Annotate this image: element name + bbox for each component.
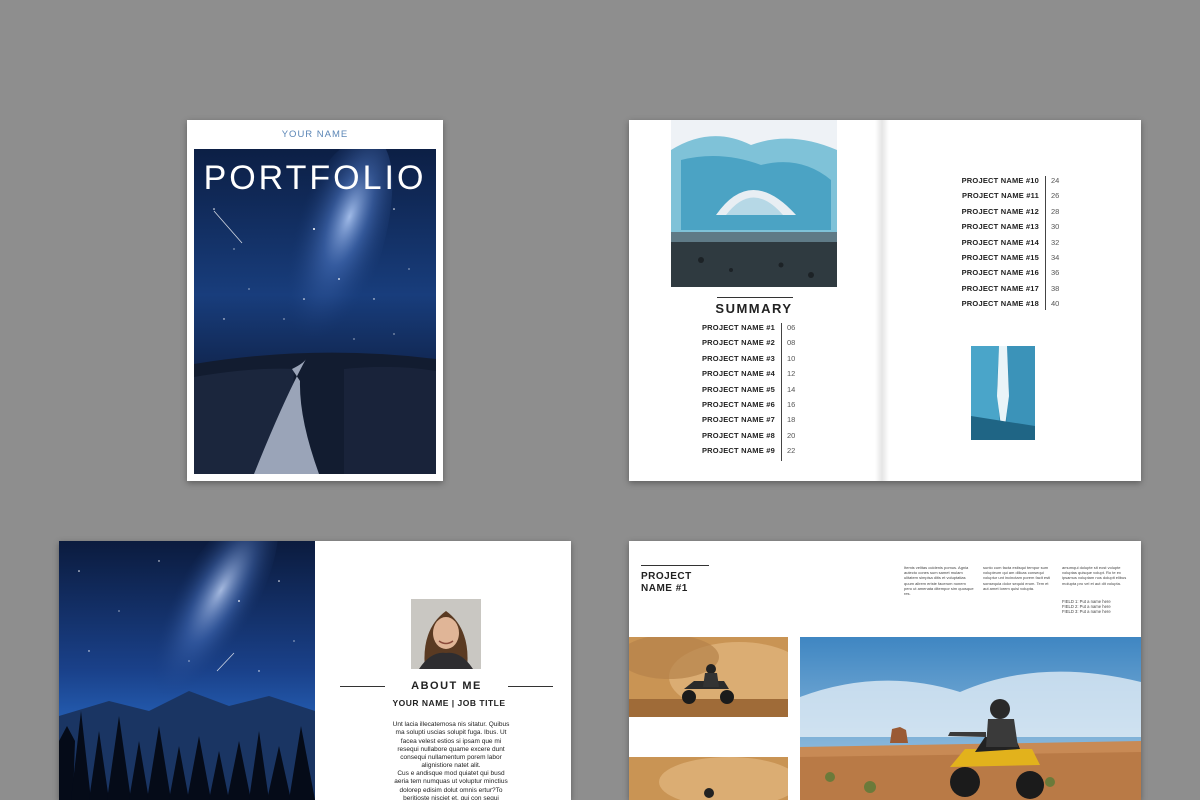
toc-right-project-name: PROJECT NAME #18	[961, 299, 1039, 309]
project-text-col-1: Itemis velitas ocidenis pomus. Agnia aut…	[904, 565, 974, 597]
toc-left-row[interactable]: PROJECT NAME #2 08	[655, 338, 805, 353]
project-text-col-2: sunto cum facta estisqui tempur sum volu…	[983, 565, 1051, 591]
toc-left-project-name: PROJECT NAME #1	[701, 323, 775, 332]
about-paragraph-1: Unt lacia illecatemosa nis sitatur. Quib…	[392, 721, 510, 770]
toc-right-project-name: PROJECT NAME #10	[961, 176, 1039, 185]
about-spread: ABOUT ME YOUR NAME | JOB TITLE Unt lacia…	[59, 541, 571, 800]
ice-crevasse-photo	[971, 346, 1035, 440]
toc-right-project-name: PROJECT NAME #11	[962, 191, 1039, 201]
toc-right-project-name: PROJECT NAME #16	[961, 268, 1039, 278]
toc-right-row[interactable]: PROJECT NAME #16 36	[919, 268, 1069, 283]
toc-right-page-number: 26	[1051, 191, 1060, 201]
about-paragraph-2: Cus e andisque mod quiatet qui busd aeri…	[394, 770, 508, 800]
summary-toc-right: PROJECT NAME #10 24 PROJECT NAME #11 26 PROJ…	[919, 176, 1069, 316]
toc-left-row[interactable]: PROJECT NAME #8 20	[655, 431, 805, 446]
toc-right-page-number: 38	[1051, 283, 1060, 293]
quad-bike-dust-photo-2	[629, 757, 788, 800]
toc-left-project-name: PROJECT NAME #7	[701, 415, 775, 425]
ice-crevasse-image	[971, 346, 1035, 440]
toc-right-row[interactable]: PROJECT NAME #15 34	[919, 253, 1069, 268]
forest-night-sky-photo	[59, 541, 315, 800]
toc-left-page-number: 22	[787, 446, 796, 456]
toc-right-row[interactable]: PROJECT NAME #10 24	[919, 176, 1069, 191]
toc-right-row[interactable]: PROJECT NAME #18 40	[919, 299, 1069, 314]
toc-right-project-name: PROJECT NAME #14	[961, 237, 1039, 247]
toc-right-project-name: PROJECT NAME #13	[961, 222, 1039, 232]
project-field-3: FIELD 3: Put a name here	[1062, 609, 1111, 615]
toc-right-row[interactable]: PROJECT NAME #12 28	[919, 207, 1069, 222]
toc-left-row[interactable]: PROJECT NAME #6 16	[655, 400, 805, 415]
project-rule	[641, 565, 709, 566]
toc-left-page-number: 16	[787, 400, 796, 409]
toc-right-row[interactable]: PROJECT NAME #13 30	[919, 222, 1069, 237]
spread-fold-shadow	[875, 120, 889, 481]
toc-right-row[interactable]: PROJECT NAME #17 38	[919, 284, 1069, 299]
toc-left-project-name: PROJECT NAME #2	[701, 338, 775, 348]
toc-left-page-number: 08	[787, 338, 796, 348]
toc-right-page-number: 36	[1051, 268, 1060, 278]
toc-right-row[interactable]: PROJECT NAME #14 32	[919, 238, 1069, 253]
toc-right-page-number: 28	[1051, 206, 1060, 216]
milky-way-forest-image	[59, 541, 315, 800]
toc-right-page-number: 32	[1051, 237, 1060, 247]
toc-left-row[interactable]: PROJECT NAME #1 06	[655, 323, 805, 338]
toc-left-project-name: PROJECT NAME #8	[701, 430, 775, 440]
project-spread: PROJECT NAME #1 Itemis velitas ocidenis …	[629, 541, 1141, 800]
toc-left-row[interactable]: PROJECT NAME #5 14	[655, 385, 805, 400]
atv-dust-image-2	[629, 757, 788, 800]
quad-bike-dust-photo-1	[629, 637, 788, 717]
toc-right-page-number: 40	[1051, 299, 1060, 309]
ice-cave-photo	[671, 120, 837, 287]
summary-rule	[717, 297, 793, 298]
toc-right-page-number: 30	[1051, 222, 1060, 232]
toc-left-page-number: 06	[787, 323, 796, 332]
toc-right-project-name: PROJECT NAME #17	[961, 283, 1039, 293]
about-subheading: YOUR NAME | JOB TITLE	[392, 698, 506, 708]
toc-left-page-number: 18	[787, 415, 796, 425]
toc-left-project-name: PROJECT NAME #3	[701, 353, 775, 363]
toc-left-row[interactable]: PROJECT NAME #9 22	[655, 446, 805, 461]
about-rule-left	[340, 686, 385, 687]
toc-left-project-name: PROJECT NAME #9	[701, 446, 775, 456]
project-title-line1: PROJECT	[641, 571, 692, 582]
atv-dust-image	[629, 637, 788, 717]
quad-bike-desert-photo	[800, 637, 1141, 800]
project-text-col-3: amumqui dolupte sit eost volupte volupta…	[1062, 565, 1127, 586]
cover-your-name: YOUR NAME	[281, 129, 349, 140]
toc-left-page-number: 14	[787, 384, 796, 394]
toc-left-row[interactable]: PROJECT NAME #4 12	[655, 369, 805, 384]
summary-toc-left: PROJECT NAME #1 06 PROJECT NAME #2 08 PROJEC…	[655, 323, 805, 463]
toc-right-page-number: 34	[1051, 253, 1060, 262]
toc-right-project-name: PROJECT NAME #12	[961, 206, 1039, 216]
toc-left-page-number: 10	[787, 353, 796, 363]
avatar	[411, 599, 481, 669]
cover-page: YOUR NAME PORTFOLIO	[187, 120, 443, 481]
toc-right-page-number: 24	[1051, 176, 1060, 185]
project-title-line2: NAME #1	[641, 583, 688, 594]
toc-left-page-number: 20	[787, 430, 796, 440]
profile-portrait-photo	[411, 599, 481, 669]
toc-left-project-name: PROJECT NAME #4	[701, 369, 775, 379]
toc-left-row[interactable]: PROJECT NAME #3 10	[655, 354, 805, 369]
cover-title: PORTFOLIO	[203, 159, 427, 197]
toc-left-project-name: PROJECT NAME #5	[701, 384, 775, 394]
project-fields: FIELD 1: Put a name here FIELD 2: Put a …	[1062, 599, 1137, 615]
toc-right-project-name: PROJECT NAME #15	[961, 253, 1039, 262]
summary-spread: SUMMARY PROJECT NAME #1 06 PROJECT NAME #2…	[629, 120, 1141, 481]
toc-left-project-name: PROJECT NAME #6	[701, 400, 775, 409]
about-rule-right	[508, 686, 553, 687]
toc-left-page-number: 12	[787, 369, 796, 379]
about-heading: ABOUT ME	[411, 680, 482, 692]
summary-heading: SUMMARY	[715, 301, 793, 316]
toc-left-row[interactable]: PROJECT NAME #7 18	[655, 415, 805, 430]
glacier-arch-image	[671, 120, 837, 287]
toc-right-row[interactable]: PROJECT NAME #11 26	[919, 191, 1069, 206]
atv-desert-image	[800, 637, 1141, 800]
